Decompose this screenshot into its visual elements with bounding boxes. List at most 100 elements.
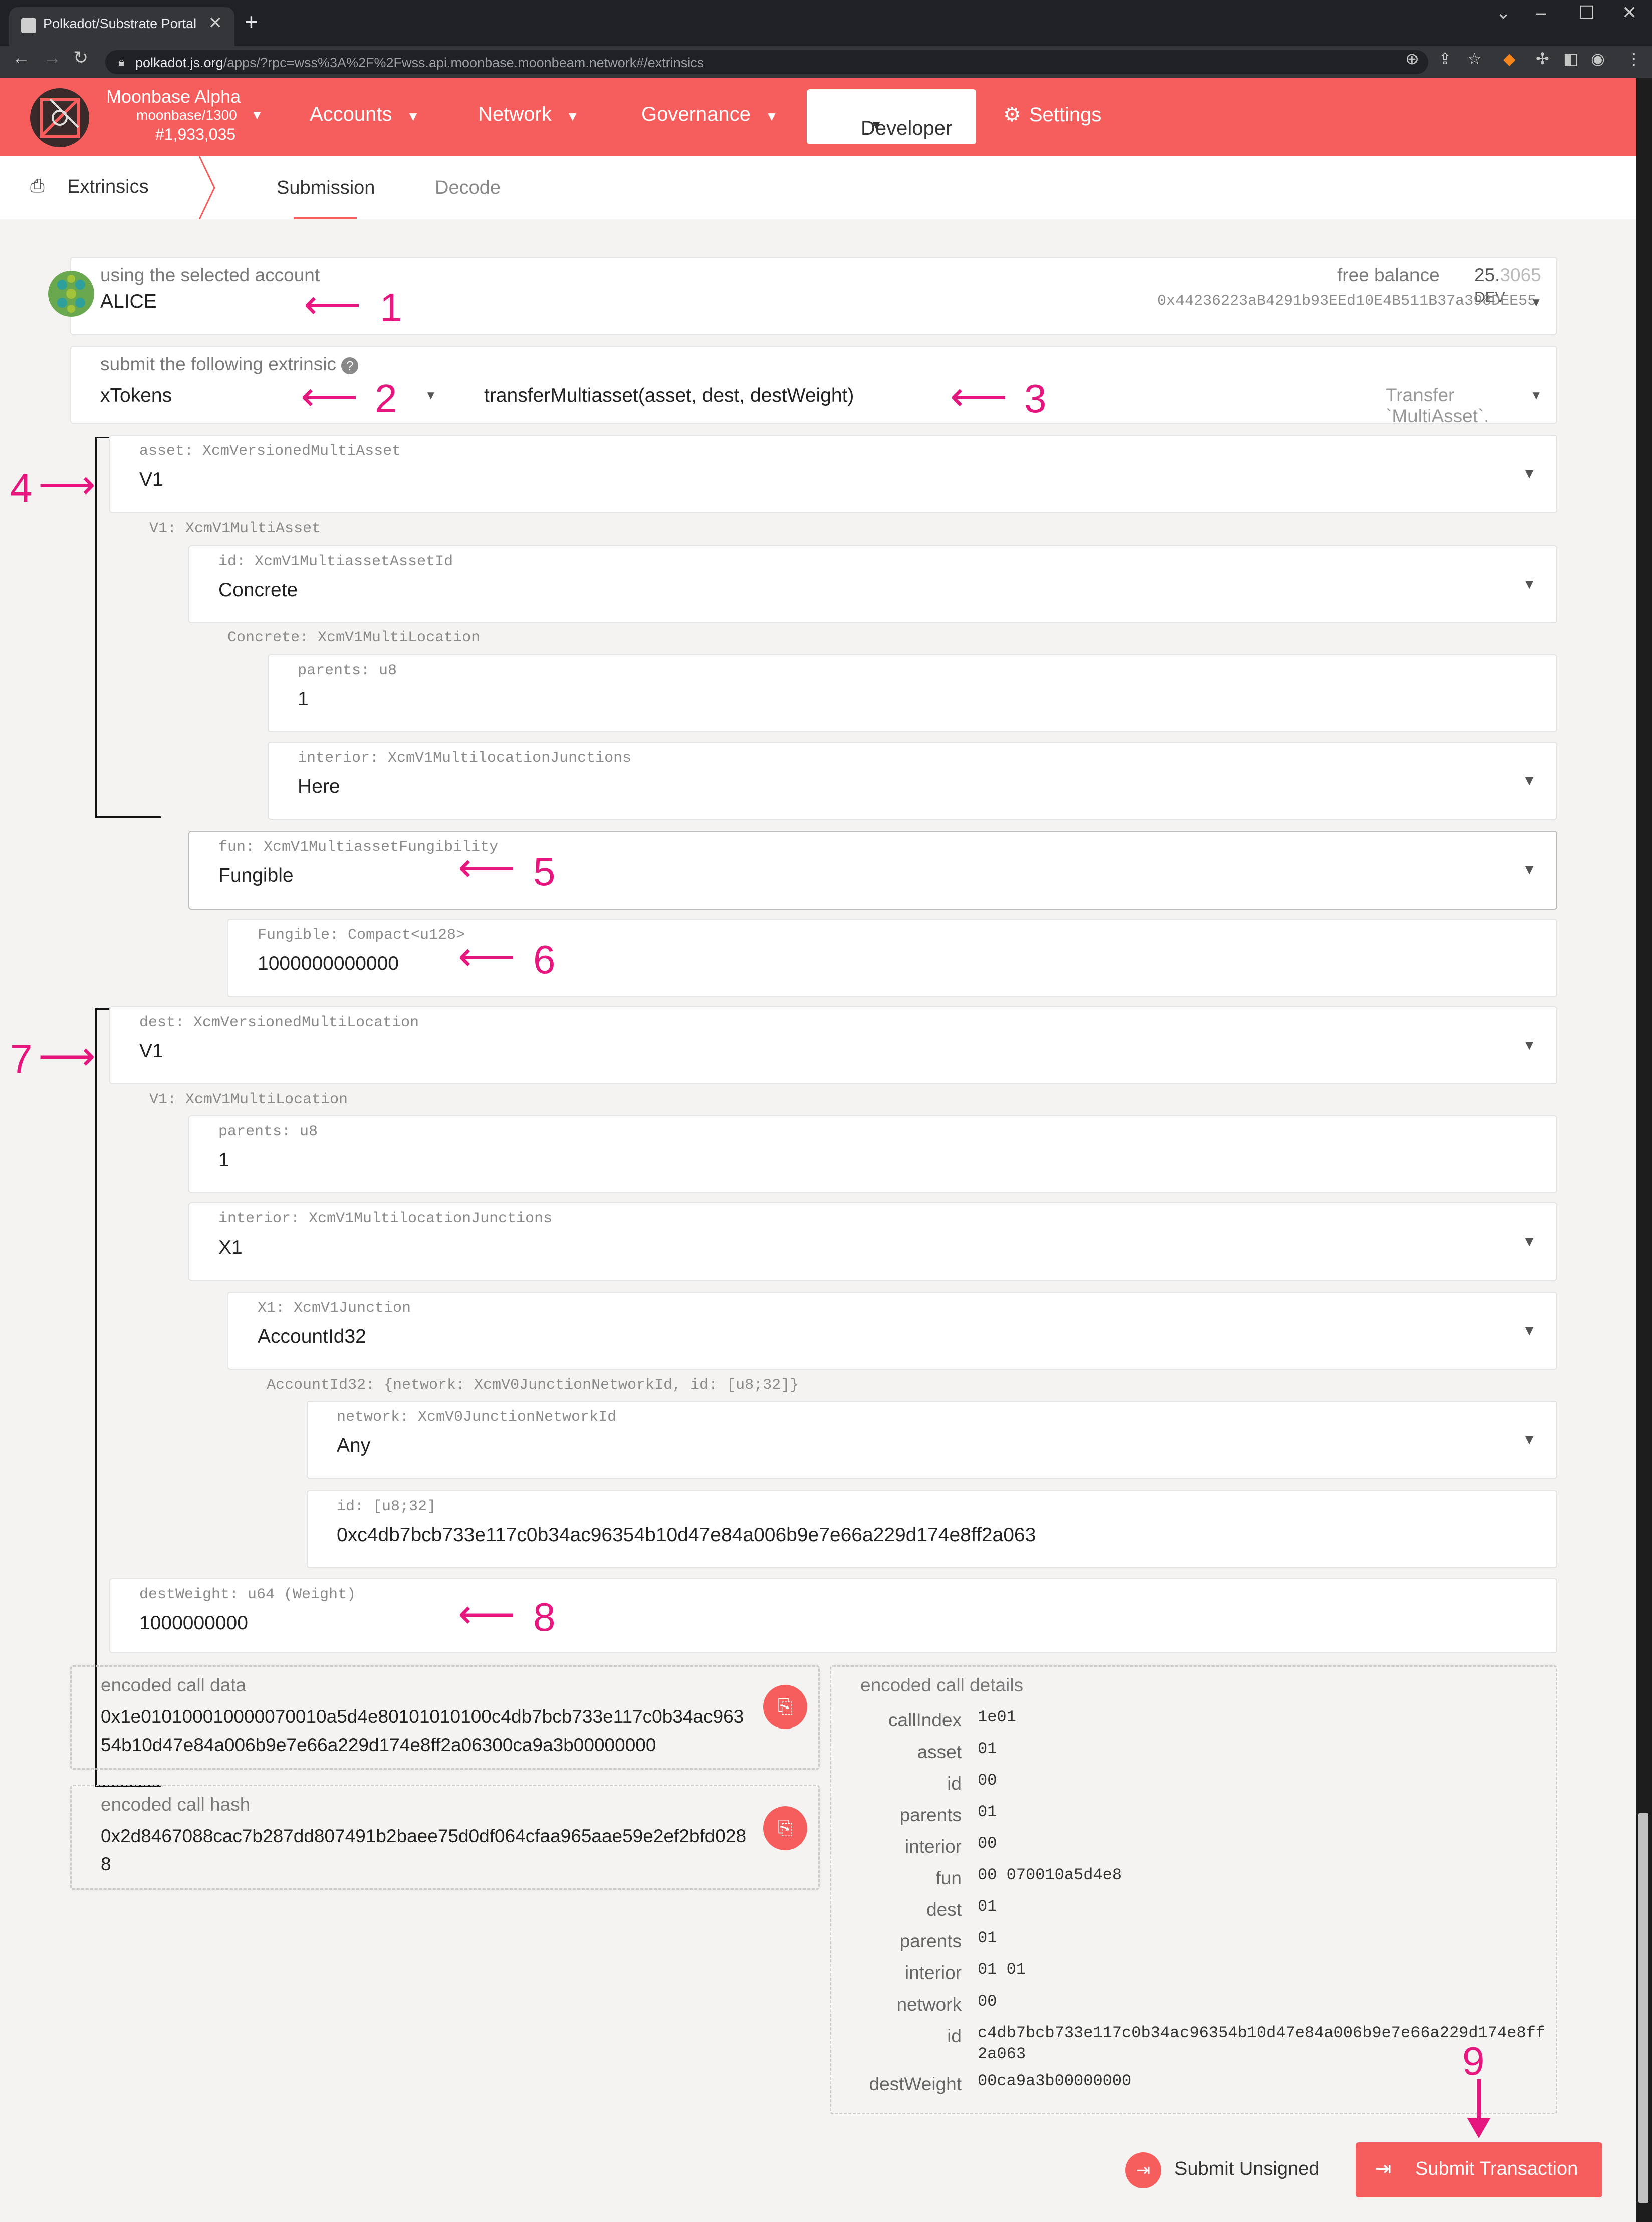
chevron-down-icon[interactable]: ▼ xyxy=(1530,389,1542,403)
fungible-amount-input[interactable]: Fungible: Compact<u128> 1000000000000 xyxy=(227,919,1557,997)
profile-icon[interactable]: ◉ xyxy=(1591,49,1605,68)
annotation-arrow-left-icon: ⟵ xyxy=(950,374,1008,419)
maximize-icon[interactable]: ☐ xyxy=(1578,2,1594,23)
account-address: 0x44236223aB4291b93EEd10E4B511B37a398DEE… xyxy=(1157,293,1537,310)
annotation-number: 3 xyxy=(1024,376,1047,421)
back-icon[interactable]: ← xyxy=(12,47,30,68)
dest-parents-label: parents: u8 xyxy=(218,1123,318,1140)
asset-interior-select[interactable]: interior: XcmV1MultilocationJunctions He… xyxy=(268,742,1557,820)
page-scrollbar[interactable] xyxy=(1638,1813,1648,2203)
detail-key: asset xyxy=(917,1742,962,1762)
tab-submission[interactable]: Submission xyxy=(277,177,375,199)
annotation-number: 8 xyxy=(533,1595,556,1639)
share-icon[interactable]: ⇪ xyxy=(1438,49,1452,68)
submit-unsigned-button[interactable]: ⇥ Submit Unsigned xyxy=(1110,2142,1341,2197)
asset-id-select[interactable]: id: XcmV1MultiassetAssetId Concrete ▼ xyxy=(188,545,1557,623)
call-select[interactable]: transferMultiasset(asset, dest, destWeig… xyxy=(484,385,854,407)
chain-logo-icon[interactable] xyxy=(30,88,89,147)
asset-id-label: id: XcmV1MultiassetAssetId xyxy=(218,553,453,570)
sign-in-icon: ⇥ xyxy=(1375,2158,1392,2180)
detail-key: id xyxy=(947,1773,962,1794)
balance-label: free balance xyxy=(1337,265,1440,285)
dest-parents-input[interactable]: parents: u8 1 xyxy=(188,1115,1557,1193)
detail-value: 00ca9a3b00000000 xyxy=(978,2072,1132,2090)
menu-governance[interactable]: Governance ▼ xyxy=(641,103,778,126)
sidepanel-icon[interactable]: ◧ xyxy=(1563,49,1578,68)
gear-icon: ⚙ xyxy=(1003,104,1021,126)
chevron-down-icon: ▼ xyxy=(1522,773,1536,788)
detail-key: parents xyxy=(899,1805,962,1825)
favicon-icon xyxy=(21,18,36,33)
detail-value: 1e01 xyxy=(978,1708,1016,1726)
network-select[interactable]: network: XcmV0JunctionNetworkId Any ▼ xyxy=(307,1401,1557,1479)
detail-key: id xyxy=(947,2026,962,2046)
account-id-input[interactable]: id: [u8;32] 0xc4db7bcb733e117c0b34ac9635… xyxy=(307,1490,1557,1568)
chevron-down-icon: ▼ xyxy=(566,109,579,124)
help-icon[interactable]: ? xyxy=(341,357,359,374)
chain-name[interactable]: Moonbase Alpha xyxy=(106,86,241,107)
sign-in-icon: ⇥ xyxy=(1125,2152,1161,2188)
menu-accounts[interactable]: Accounts ▼ xyxy=(310,103,419,126)
copy-icon[interactable]: ⎘ xyxy=(763,1806,807,1850)
browser-tab-bar: Polkadot/Substrate Portal ✕ + ⌄ – ☐ ✕ xyxy=(0,0,1652,46)
browser-tab[interactable]: Polkadot/Substrate Portal ✕ xyxy=(9,7,234,46)
chain-dropdown-icon[interactable]: ▼ xyxy=(251,107,264,123)
network-label: network: XcmV0JunctionNetworkId xyxy=(337,1409,617,1426)
menu-settings-label: Settings xyxy=(1029,104,1102,126)
chevron-down-icon: ▼ xyxy=(406,109,420,124)
detail-value: 01 xyxy=(978,1929,997,1947)
close-tab-icon[interactable]: ✕ xyxy=(208,13,223,33)
account-name: ALICE xyxy=(100,291,157,312)
extrinsic-label: submit the following extrinsic ? xyxy=(100,354,359,375)
fungible-label: Fungible: Compact<u128> xyxy=(258,927,465,944)
menu-network[interactable]: Network ▼ xyxy=(478,103,579,126)
url-field[interactable]: 🔒︎ polkadot.js.org/apps/?rpc=wss%3A%2F%2… xyxy=(105,50,1428,74)
menu-developer[interactable]: Developer ▼ xyxy=(807,89,976,144)
account-selector[interactable]: using the selected account ALICE free ba… xyxy=(70,257,1557,335)
detail-value: 00 xyxy=(978,1834,997,1853)
chevron-down-icon: ▼ xyxy=(1522,1323,1536,1338)
detail-key: destWeight xyxy=(869,2074,962,2094)
new-tab-icon[interactable]: + xyxy=(245,8,258,35)
annotation-number: 6 xyxy=(533,937,556,982)
dest-interior-select[interactable]: interior: XcmV1MultilocationJunctions X1… xyxy=(188,1202,1557,1281)
annotation-arrow-left-icon: ⟵ xyxy=(304,282,361,327)
x1-junction-select[interactable]: X1: XcmV1Junction AccountId32 ▼ xyxy=(227,1292,1557,1370)
dest-weight-value: 1000000000 xyxy=(139,1612,248,1634)
annotation-number: 5 xyxy=(533,849,556,894)
chevron-down-icon: ▼ xyxy=(1522,1233,1536,1249)
forward-icon[interactable]: → xyxy=(43,47,61,68)
chevron-down-icon[interactable]: ▼ xyxy=(425,389,437,403)
annotation-arrow-right-icon: ⟶ xyxy=(38,462,96,507)
dest-weight-input[interactable]: destWeight: u64 (Weight) 1000000000 xyxy=(109,1578,1557,1653)
extrinsic-selector: submit the following extrinsic ? xTokens… xyxy=(70,346,1557,426)
copy-icon[interactable]: ⎘ xyxy=(763,1685,807,1729)
encoded-call-hash: encoded call hash 0x2d8467088cac7b287dd8… xyxy=(70,1785,820,1890)
detail-key: parents xyxy=(899,1931,962,1951)
menu-settings[interactable]: ⚙ Settings xyxy=(1003,103,1101,126)
tab-search-icon[interactable]: ⌄ xyxy=(1496,2,1511,23)
metamask-icon[interactable]: ◆ xyxy=(1503,49,1516,68)
chevron-down-icon: ▼ xyxy=(1530,296,1542,309)
detail-key: interior xyxy=(904,1836,962,1857)
zoom-icon[interactable]: ⊕ xyxy=(1405,49,1419,68)
bookmark-star-icon[interactable]: ☆ xyxy=(1467,49,1482,68)
submit-transaction-button[interactable]: ⇥ Submit Transaction xyxy=(1356,2142,1602,2197)
annotation-number: 7 xyxy=(10,1037,33,1081)
pallet-select[interactable]: xTokens xyxy=(100,385,172,407)
minimize-icon[interactable]: – xyxy=(1536,2,1546,23)
annotation-arrow-right-icon: ⟶ xyxy=(38,1034,96,1078)
extensions-icon[interactable]: ✣ xyxy=(1536,49,1549,68)
content-area: using the selected account ALICE free ba… xyxy=(0,219,1648,2222)
asset-select[interactable]: asset: XcmVersionedMultiAsset V1 ▼ xyxy=(109,435,1557,513)
dest-select[interactable]: dest: XcmVersionedMultiLocation V1 ▼ xyxy=(109,1006,1557,1084)
window-close-icon[interactable]: ✕ xyxy=(1622,2,1637,23)
dest-interior-value: X1 xyxy=(218,1237,243,1258)
browser-menu-icon[interactable]: ⋮ xyxy=(1626,49,1642,68)
reload-icon[interactable]: ↻ xyxy=(73,47,88,68)
fun-select[interactable]: fun: XcmV1MultiassetFungibility Fungible… xyxy=(188,831,1557,910)
asset-parents-input[interactable]: parents: u8 1 xyxy=(268,654,1557,732)
x1-label: X1: XcmV1Junction xyxy=(258,1300,411,1317)
encoded-call-data-label: encoded call data xyxy=(101,1675,247,1695)
tab-decode[interactable]: Decode xyxy=(435,177,501,199)
